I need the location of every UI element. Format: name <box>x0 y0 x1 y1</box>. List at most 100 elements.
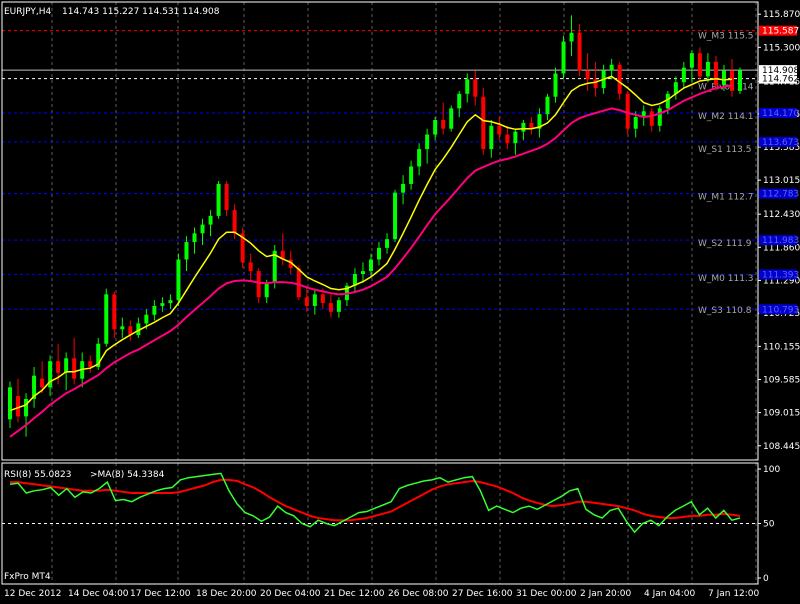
candle-body <box>705 61 710 77</box>
candle-body <box>320 294 325 304</box>
candle-body <box>513 131 518 144</box>
candle-body <box>738 70 742 91</box>
price-tag-label: 110.793 <box>762 305 799 315</box>
y-tick-label: 112.430 <box>763 210 800 220</box>
x-tick-label: 18 Dec 20:00 <box>196 589 257 599</box>
candle-body <box>184 242 189 260</box>
candle-body <box>304 297 309 306</box>
pivot-label: W_M1 112.7 <box>698 193 754 203</box>
candle-body <box>385 239 390 248</box>
x-tick-label: 21 Dec 12:00 <box>324 589 385 599</box>
candle-body <box>328 303 333 312</box>
rsi-value-label: RSI(8) 55.0823 <box>4 470 71 480</box>
rsi-tick-label: 100 <box>763 465 780 475</box>
candle-body <box>208 215 213 225</box>
candle-body <box>88 361 93 368</box>
candle-body <box>433 119 438 135</box>
candle-body <box>697 53 702 77</box>
x-tick-label: 4 Jan 04:00 <box>644 589 696 599</box>
y-tick-label: 109.585 <box>763 376 800 386</box>
candle-body <box>160 303 165 306</box>
candle-body <box>168 300 173 304</box>
candle-body <box>521 122 526 132</box>
candle-body <box>120 326 125 330</box>
price-tag-label: 115.587 <box>762 27 799 37</box>
candle-body <box>104 294 109 344</box>
x-tick-label: 26 Dec 08:00 <box>388 589 449 599</box>
price-tag-label: 111.393 <box>762 270 799 280</box>
candle-body <box>176 259 181 301</box>
rsi-ma-value-label: >MA(8) 54.3384 <box>90 470 165 480</box>
y-tick-label: 115.870 <box>763 10 800 20</box>
candle-body <box>481 96 486 150</box>
candle-body <box>609 64 614 71</box>
candle-body <box>425 134 430 150</box>
candle-body <box>649 111 654 126</box>
y-tick-label: 110.155 <box>763 342 800 352</box>
x-tick-label: 20 Dec 04:00 <box>260 589 321 599</box>
candle-body <box>192 233 197 243</box>
candle-body <box>417 149 422 167</box>
candle-body <box>577 32 582 71</box>
candle-body <box>377 247 382 260</box>
symbol-label: EURJPY,H4 <box>4 7 52 17</box>
price-tag-label: 112.783 <box>762 190 799 200</box>
candle-body <box>585 70 590 80</box>
candle-body <box>497 125 502 135</box>
price-tag-label: 111.983 <box>762 236 799 246</box>
candle-body <box>200 224 205 234</box>
candle-body <box>633 117 638 129</box>
candle-body <box>264 282 269 298</box>
candle-body <box>56 361 61 373</box>
candle-body <box>393 192 398 240</box>
candle-body <box>8 387 12 420</box>
x-tick-label: 14 Dec 04:00 <box>68 589 129 599</box>
pivot-label: W_S1 113.5 <box>698 145 751 155</box>
candle-body <box>368 259 373 272</box>
candle-body <box>409 166 414 184</box>
y-tick-label: 115.300 <box>763 43 800 53</box>
candle-body <box>569 32 574 42</box>
price-chart[interactable]: W_M3 115.5W_Pivot 114W_M2 114.1W_S1 113.… <box>0 0 800 600</box>
x-tick-label: 12 Dec 2012 <box>4 589 62 599</box>
price-tag-label: 114.762 <box>762 75 799 85</box>
watermark: FxPro MT4 <box>4 572 51 582</box>
candle-body <box>561 41 566 74</box>
candle-body <box>441 119 446 129</box>
candle-body <box>336 300 341 312</box>
candle-body <box>657 108 662 126</box>
x-tick-label: 27 Dec 16:00 <box>452 589 513 599</box>
candle-body <box>232 210 237 234</box>
chart-stage: W_M3 115.5 W_Pivot 114 W_M2 114.1 W_S1 113.… <box>0 0 800 600</box>
candle-body <box>473 79 478 97</box>
x-tick-label: 7 Jan 12:00 <box>708 589 760 599</box>
rsi-tick-label: 50 <box>763 520 775 530</box>
price-tag-label: 113.673 <box>762 138 799 148</box>
y-tick-label: 108.445 <box>763 442 800 452</box>
candle-body <box>553 73 558 97</box>
candle-body <box>401 183 406 193</box>
candle-body <box>465 79 470 94</box>
candle-body <box>617 64 622 94</box>
candle-body <box>449 108 454 129</box>
x-tick-label: 2 Jan 20:00 <box>580 589 632 599</box>
x-tick-label: 17 Dec 12:00 <box>130 589 191 599</box>
pivot-label: W_S3 110.8 <box>698 306 752 316</box>
price-tag-label: 114.170 <box>762 109 799 119</box>
rsi-tick-label: 0 <box>763 574 769 584</box>
candle-body <box>545 96 550 115</box>
candle-body <box>16 396 21 417</box>
candle-body <box>248 262 253 272</box>
candle-body <box>152 305 157 315</box>
candle-body <box>489 125 494 150</box>
candle-body <box>593 79 598 89</box>
candle-body <box>505 134 510 144</box>
candle-body <box>40 378 45 388</box>
y-tick-label: 109.015 <box>763 409 800 419</box>
candle-body <box>689 53 694 68</box>
candle-body <box>144 314 149 324</box>
candle-body <box>112 294 117 330</box>
ohlc-label: 114.743 115.227 114.531 114.908 <box>62 7 220 17</box>
candle-body <box>224 183 229 211</box>
candle-body <box>729 70 734 91</box>
